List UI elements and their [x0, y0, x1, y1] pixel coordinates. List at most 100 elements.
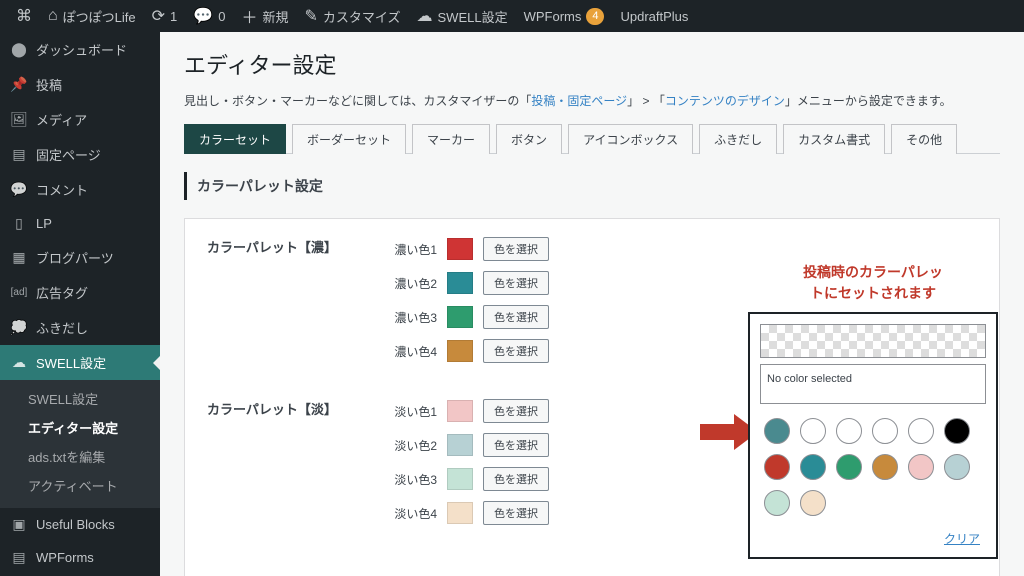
dot-11[interactable] [944, 454, 970, 480]
dark2-select[interactable]: 色を選択 [483, 271, 549, 295]
adtag-label: 広告タグ [36, 283, 88, 302]
color-dots [760, 418, 986, 516]
dot-2[interactable] [836, 418, 862, 444]
tab-marker[interactable]: マーカー [412, 124, 490, 154]
comment-icon: 💬 [193, 6, 213, 26]
updraft-label: UpdraftPlus [620, 9, 688, 24]
tab-custom[interactable]: カスタム書式 [783, 124, 885, 154]
new-label: 新規 [262, 7, 288, 26]
tab-borderset[interactable]: ボーダーセット [292, 124, 406, 154]
updraft-link[interactable]: UpdraftPlus [612, 9, 696, 24]
sidebar-item-dashboard[interactable]: ⬤ダッシュボード [0, 32, 160, 67]
updates[interactable]: ⟳1 [144, 6, 186, 26]
dot-12[interactable] [764, 490, 790, 516]
light2-select[interactable]: 色を選択 [483, 433, 549, 457]
wpforms-badge: 4 [586, 8, 604, 25]
desc-mid: 」 > 「 [627, 94, 665, 108]
sidebar-item-posts[interactable]: 📌投稿 [0, 67, 160, 102]
clear-button[interactable]: クリア [760, 526, 986, 547]
sidebar-item-adtag[interactable]: [ad] 広告タグ [0, 275, 160, 310]
tab-button[interactable]: ボタン [496, 124, 562, 154]
sidebar-item-media[interactable]: 🖼メディア [0, 102, 160, 137]
wpforms-link[interactable]: WPForms 4 [516, 8, 613, 25]
admin-sidebar: ⬤ダッシュボード 📌投稿 🖼メディア ▤固定ページ 💬コメント ▯ LP ▦ブログ… [0, 32, 160, 576]
site-name: ぽつぽつLife [63, 7, 136, 26]
dot-10[interactable] [908, 454, 934, 480]
comments-count: 0 [218, 9, 225, 24]
page-icon: ▤ [10, 146, 28, 163]
ad-icon: [ad] [10, 287, 28, 298]
blogparts-label: ブログパーツ [36, 248, 114, 267]
sidebar-item-wpforms[interactable]: ▤WPForms [0, 541, 160, 574]
desc-link-1[interactable]: 投稿・固定ページ [531, 94, 627, 108]
dot-9[interactable] [872, 454, 898, 480]
dark4-select[interactable]: 色を選択 [483, 339, 549, 363]
sub-activate[interactable]: アクティベート [0, 471, 160, 500]
field-dark-1: 濃い色1色を選択 [377, 237, 977, 261]
dark1-select[interactable]: 色を選択 [483, 237, 549, 261]
tab-fukidashi[interactable]: ふきだし [699, 124, 777, 154]
media-icon: 🖼 [10, 111, 28, 128]
sidebar-item-fukidashi[interactable]: 💭ふきだし [0, 310, 160, 345]
dark3-swatch[interactable] [447, 306, 473, 328]
sidebar-item-lp[interactable]: ▯ LP [0, 207, 160, 240]
callout: 投稿時のカラーパレッ トにセットされます No color selected [748, 262, 998, 559]
customize-link[interactable]: ✎カスタマイズ [296, 6, 408, 26]
transparency-swatch[interactable] [760, 324, 986, 358]
sub-ads[interactable]: ads.txtを編集 [0, 442, 160, 471]
sub-swell-settings[interactable]: SWELL設定 [0, 384, 160, 413]
dot-6[interactable] [764, 454, 790, 480]
light3-swatch[interactable] [447, 468, 473, 490]
wpforms-label: WPForms [524, 9, 582, 24]
tab-colorset[interactable]: カラーセット [184, 124, 286, 154]
dark2-swatch[interactable] [447, 272, 473, 294]
dark4-swatch[interactable] [447, 340, 473, 362]
site-link[interactable]: ⌂ ぽつぽつLife [40, 7, 144, 26]
light4-select[interactable]: 色を選択 [483, 501, 549, 525]
dashboard-icon: ⬤ [10, 41, 28, 58]
sidebar-item-swell[interactable]: ☁SWELL設定 [0, 345, 160, 380]
customize-label: カスタマイズ [323, 7, 401, 26]
form-icon: ▤ [10, 549, 28, 566]
pin-icon: 📌 [10, 76, 28, 93]
callout-title: 投稿時のカラーパレッ トにセットされます [748, 262, 998, 304]
dot-4[interactable] [908, 418, 934, 444]
doc-icon: ▯ [10, 215, 28, 232]
sidebar-item-comments[interactable]: 💬コメント [0, 172, 160, 207]
page-description: 見出し・ボタン・マーカーなどに関しては、カスタマイザーの「投稿・固定ページ」 >… [184, 92, 1000, 109]
dot-5[interactable] [944, 418, 970, 444]
desc-link-2[interactable]: コンテンツのデザイン [665, 94, 785, 108]
dark1-swatch[interactable] [447, 238, 473, 260]
sub-editor-settings[interactable]: エディター設定 [0, 413, 160, 442]
sidebar-item-blogparts[interactable]: ▦ブログパーツ [0, 240, 160, 275]
light4-swatch[interactable] [447, 502, 473, 524]
desc-post: 」メニューから設定できます。 [785, 94, 952, 108]
tab-iconbox[interactable]: アイコンボックス [568, 124, 693, 154]
light1-swatch[interactable] [447, 400, 473, 422]
useful-label: Useful Blocks [36, 517, 115, 532]
dot-3[interactable] [872, 418, 898, 444]
dark3-label: 濃い色3 [377, 309, 437, 326]
dot-1[interactable] [800, 418, 826, 444]
light3-select[interactable]: 色を選択 [483, 467, 549, 491]
fukidashi-label: ふきだし [36, 318, 88, 337]
light2-swatch[interactable] [447, 434, 473, 456]
dot-0[interactable] [764, 418, 790, 444]
callout-title-l1: 投稿時のカラーパレッ [748, 262, 998, 283]
dot-8[interactable] [836, 454, 862, 480]
comments-link[interactable]: 💬0 [185, 6, 233, 26]
tab-other[interactable]: その他 [891, 124, 957, 154]
dot-13[interactable] [800, 490, 826, 516]
dark3-select[interactable]: 色を選択 [483, 305, 549, 329]
light1-select[interactable]: 色を選択 [483, 399, 549, 423]
sidebar-item-pages[interactable]: ▤固定ページ [0, 137, 160, 172]
dot-7[interactable] [800, 454, 826, 480]
new-content[interactable]: ＋新規 [233, 4, 296, 28]
swell-link[interactable]: ☁SWELL設定 [409, 6, 516, 26]
lp-label: LP [36, 216, 52, 231]
wordpress-icon: ⌘ [16, 6, 32, 26]
palette-popover: No color selected クリ [748, 312, 998, 559]
sidebar-item-useful[interactable]: ▣Useful Blocks [0, 508, 160, 541]
home-icon: ⌂ [48, 7, 58, 25]
wp-logo[interactable]: ⌘ [8, 6, 40, 26]
